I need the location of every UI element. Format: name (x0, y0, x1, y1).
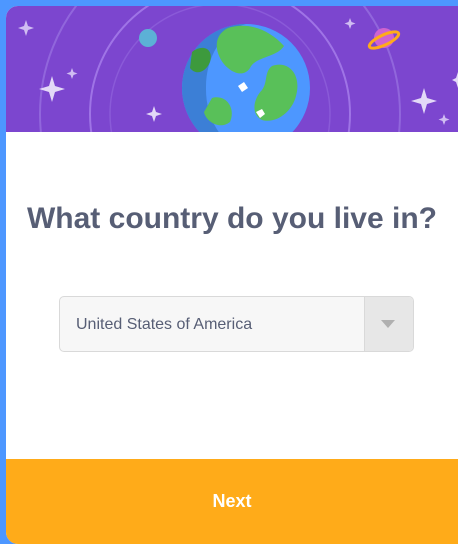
planet-icon (367, 28, 401, 50)
sparkle-icon (438, 114, 450, 125)
country-select-dropdown-button[interactable] (364, 297, 413, 351)
sparkle-icon (18, 20, 34, 36)
country-select-value: United States of America (76, 316, 253, 333)
sparkle-icon (344, 18, 356, 29)
country-modal: What country do you live in? United Stat… (6, 6, 458, 544)
globe-icon (182, 24, 310, 132)
moon-icon (139, 29, 157, 47)
chevron-down-icon (381, 320, 395, 328)
next-button[interactable]: Next (6, 459, 458, 544)
question-title: What country do you live in? (26, 202, 437, 235)
space-illustration (18, 6, 458, 132)
sparkle-icon (411, 88, 437, 114)
sparkle-icon (66, 68, 78, 79)
sparkle-icon (452, 72, 458, 88)
next-button-label: Next (212, 491, 252, 511)
space-header-illustration (6, 6, 458, 132)
country-select[interactable]: United States of America (59, 296, 414, 352)
sparkle-icon (146, 106, 162, 122)
